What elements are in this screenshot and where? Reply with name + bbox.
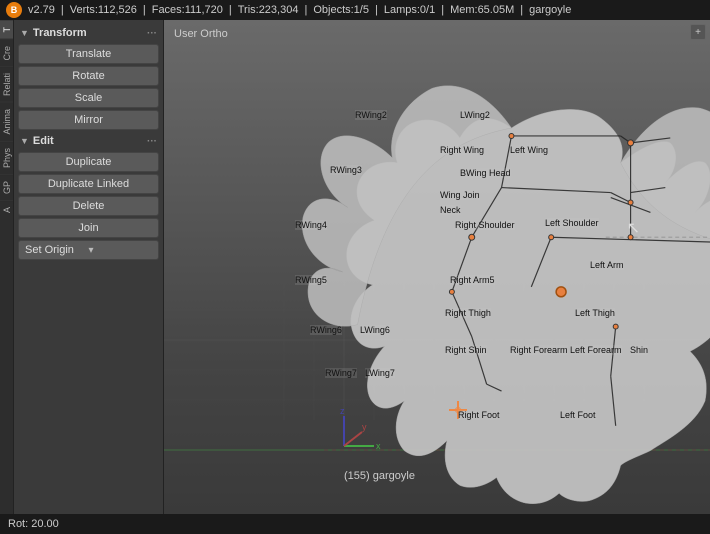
bone-label: Left Foot bbox=[560, 410, 596, 420]
join-button[interactable]: Join bbox=[18, 218, 159, 238]
transform-section-header[interactable]: ▼ Transform ··· bbox=[18, 24, 159, 42]
set-origin-label: Set Origin bbox=[25, 244, 89, 256]
bone-label: RWing2 bbox=[355, 110, 387, 120]
bone-label: RWing5 bbox=[295, 275, 327, 285]
transform-triangle-icon: ▼ bbox=[20, 28, 29, 38]
scale-button[interactable]: Scale bbox=[18, 88, 159, 108]
lamps-info: Lamps:0/1 bbox=[384, 4, 435, 16]
bone-label: RWing6 bbox=[310, 325, 342, 335]
bone-label: Left Arm bbox=[590, 260, 624, 270]
separator: | bbox=[441, 4, 444, 16]
transform-label: Transform bbox=[33, 27, 87, 39]
tab-a[interactable]: A bbox=[0, 200, 13, 219]
bone-label: Right Forearm bbox=[510, 345, 568, 355]
bone-label: RWing7 bbox=[325, 368, 357, 378]
bone-label: Wing Join bbox=[440, 190, 480, 200]
delete-button[interactable]: Delete bbox=[18, 196, 159, 216]
faces-info: Faces:111,720 bbox=[152, 4, 223, 16]
left-tab-bar: T Cre Relati Anima Phys GP A bbox=[0, 20, 14, 514]
tris-info: Tris:223,304 bbox=[238, 4, 299, 16]
bone-label: Left Wing bbox=[510, 145, 548, 155]
bone-label: LWing7 bbox=[365, 368, 395, 378]
blender-version: v2.79 bbox=[28, 4, 55, 16]
set-origin-arrow-icon: ▾ bbox=[89, 245, 153, 256]
tab-animation[interactable]: Anima bbox=[0, 102, 13, 141]
bone-label: Shin bbox=[630, 345, 648, 355]
mirror-button[interactable]: Mirror bbox=[18, 110, 159, 130]
edit-options-icon: ··· bbox=[147, 136, 157, 147]
sidebar-panel: ▼ Transform ··· Translate Rotate Scale M… bbox=[14, 20, 164, 514]
bone-label: Right Shin bbox=[445, 345, 487, 355]
mem-info: Mem:65.05M bbox=[450, 4, 514, 16]
main-area: T Cre Relati Anima Phys GP A ▼ Transform… bbox=[0, 20, 710, 514]
duplicate-button[interactable]: Duplicate bbox=[18, 152, 159, 172]
separator: | bbox=[143, 4, 146, 16]
verts-info: Verts:112,526 bbox=[70, 4, 137, 16]
bone-labels-container: RWing2 LWing2 Right Wing Left Wing RWing3 BWi… bbox=[164, 20, 710, 514]
3d-viewport[interactable]: User Ortho + ↖ x z y (155) gargoyle bbox=[164, 20, 710, 514]
separator: | bbox=[61, 4, 64, 16]
tab-relations[interactable]: Relati bbox=[0, 66, 13, 102]
translate-button[interactable]: Translate bbox=[18, 44, 159, 64]
separator: | bbox=[520, 4, 523, 16]
separator: | bbox=[375, 4, 378, 16]
bone-label: Right Thigh bbox=[445, 308, 491, 318]
tab-grease-pencil[interactable]: GP bbox=[0, 174, 13, 200]
duplicate-linked-button[interactable]: Duplicate Linked bbox=[18, 174, 159, 194]
objects-info: Objects:1/5 bbox=[313, 4, 369, 16]
rotate-button[interactable]: Rotate bbox=[18, 66, 159, 86]
set-origin-button[interactable]: Set Origin ▾ bbox=[18, 240, 159, 260]
tab-create[interactable]: Cre bbox=[0, 39, 13, 67]
bone-label: Right Shoulder bbox=[455, 220, 515, 230]
separator: | bbox=[304, 4, 307, 16]
bone-label: RWing3 bbox=[330, 165, 362, 175]
bone-label: Left Thigh bbox=[575, 308, 615, 318]
scene-name: gargoyle bbox=[529, 4, 571, 16]
bottom-bar: Rot: 20.00 bbox=[0, 514, 710, 534]
bone-label: Right Foot bbox=[458, 410, 500, 420]
edit-triangle-icon: ▼ bbox=[20, 136, 29, 146]
top-bar: B v2.79 | Verts:112,526 | Faces:111,720 … bbox=[0, 0, 710, 20]
bone-label: BWing Head bbox=[460, 168, 511, 178]
bone-label: Neck bbox=[440, 205, 461, 215]
bone-label: Right Arm5 bbox=[450, 275, 495, 285]
bone-label: Left Shoulder bbox=[545, 218, 599, 228]
bone-label: LWing2 bbox=[460, 110, 490, 120]
bone-label: Left Forearm bbox=[570, 345, 622, 355]
tab-tools[interactable]: T bbox=[0, 20, 13, 39]
tab-physics[interactable]: Phys bbox=[0, 141, 13, 174]
bone-label: RWing4 bbox=[295, 220, 327, 230]
transform-options-icon: ··· bbox=[147, 28, 157, 39]
bone-label: Right Wing bbox=[440, 145, 484, 155]
separator: | bbox=[229, 4, 232, 16]
edit-label: Edit bbox=[33, 135, 54, 147]
rotation-info: Rot: 20.00 bbox=[8, 518, 59, 530]
edit-section-header[interactable]: ▼ Edit ··· bbox=[18, 132, 159, 150]
blender-logo[interactable]: B bbox=[6, 2, 22, 18]
bone-label: LWing6 bbox=[360, 325, 390, 335]
